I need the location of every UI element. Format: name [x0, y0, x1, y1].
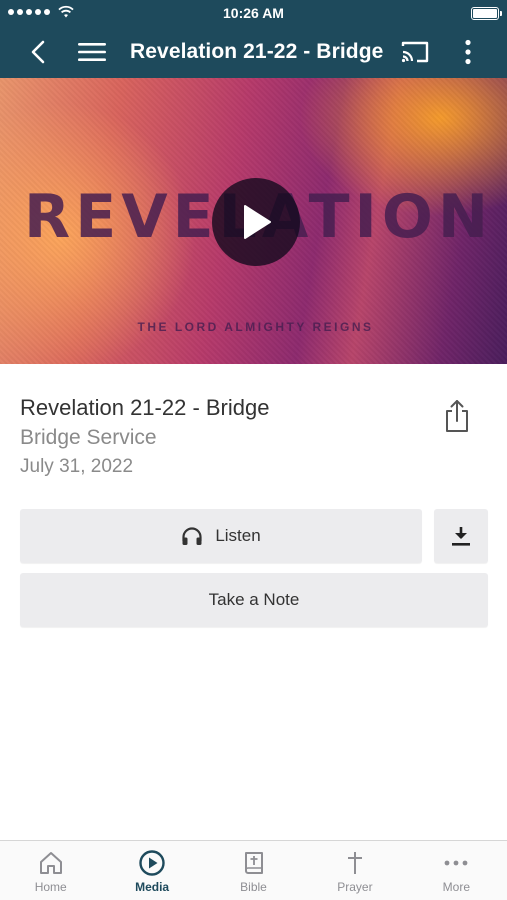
cast-button[interactable]	[395, 26, 435, 78]
cross-icon	[347, 852, 362, 874]
tab-label: Media	[135, 880, 170, 894]
tab-label: Prayer	[337, 880, 373, 894]
download-button[interactable]	[434, 509, 488, 563]
tab-label: Home	[34, 880, 67, 894]
back-button[interactable]	[18, 26, 58, 78]
menu-button[interactable]	[72, 26, 112, 78]
cast-icon	[401, 41, 429, 63]
status-bar: 10:26 AM	[0, 0, 507, 26]
tab-label: More	[442, 880, 470, 894]
tab-home[interactable]: Home	[0, 841, 101, 900]
home-icon	[39, 852, 62, 874]
nav-bar: Revelation 21-22 - Bridge	[0, 26, 507, 78]
tab-more[interactable]: More	[406, 841, 507, 900]
artwork-tagline: THE LORD ALMIGHTY REIGNS	[137, 320, 374, 334]
share-icon	[446, 400, 468, 432]
tab-prayer[interactable]: Prayer	[304, 841, 405, 900]
listen-button[interactable]: Listen	[20, 509, 422, 563]
tab-label: Bible	[240, 880, 267, 894]
sermon-title: Revelation 21-22 - Bridge	[20, 395, 270, 420]
listen-label: Listen	[215, 526, 261, 545]
take-note-button[interactable]: Take a Note	[20, 573, 488, 627]
more-options-button[interactable]	[448, 26, 488, 78]
sermon-artwork[interactable]: REVELATION THE LORD ALMIGHTY REIGNS	[0, 78, 507, 364]
page-title: Revelation 21-22 - Bridge	[130, 40, 384, 63]
hamburger-icon	[78, 43, 106, 61]
bible-icon	[244, 852, 263, 874]
headphones-icon	[182, 527, 202, 545]
more-dots-icon	[444, 860, 468, 866]
battery-icon	[471, 7, 502, 20]
sermon-service: Bridge Service	[20, 426, 157, 449]
sermon-date: July 31, 2022	[20, 456, 134, 477]
take-note-label: Take a Note	[208, 590, 300, 609]
share-button[interactable]	[442, 398, 472, 434]
tab-bar: Home Media Bible Prayer More	[0, 840, 507, 900]
status-time: 10:26 AM	[223, 5, 284, 21]
chevron-left-icon	[31, 40, 45, 64]
download-icon	[452, 527, 470, 546]
tab-bible[interactable]: Bible	[203, 841, 304, 900]
tab-media[interactable]: Media	[101, 841, 202, 900]
vertical-dots-icon	[465, 39, 471, 65]
play-circle-icon	[139, 850, 165, 876]
play-icon	[244, 205, 271, 239]
play-button[interactable]	[212, 178, 300, 266]
